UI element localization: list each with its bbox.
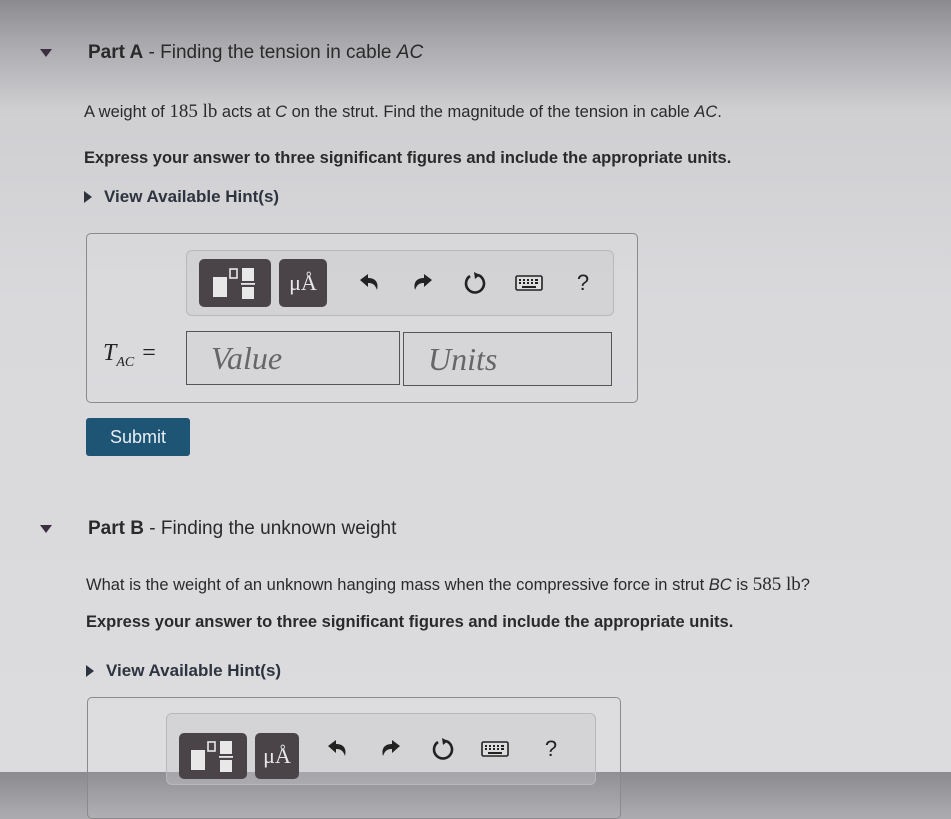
part-a-title-var: AC xyxy=(396,42,424,63)
part-a-title: Finding the tension in cable xyxy=(160,42,397,63)
reset-button[interactable] xyxy=(429,734,457,764)
collapse-caret-icon[interactable] xyxy=(40,49,52,57)
weight-value: 185 xyxy=(169,101,198,122)
part-a-instruction: Express your answer to three significant… xyxy=(84,149,732,167)
point-var: C xyxy=(275,103,288,121)
part-b-title: Finding the unknown weight xyxy=(160,518,397,539)
value-placeholder: Value xyxy=(211,339,283,376)
force-unit: lb xyxy=(786,574,801,595)
problem-text: A weight of xyxy=(84,103,170,121)
part-a-separator: - xyxy=(143,42,161,63)
fraction-template-icon xyxy=(191,741,233,772)
hint-label[interactable]: View Available Hint(s) xyxy=(106,661,281,681)
part-a-hint-toggle[interactable]: View Available Hint(s) xyxy=(84,187,279,207)
part-b-header[interactable]: Part B - Finding the unknown weight xyxy=(40,518,396,540)
redo-button[interactable] xyxy=(409,268,435,298)
units-button[interactable]: μÅ xyxy=(255,733,299,779)
part-a-header[interactable]: Part A - Finding the tension in cable AC xyxy=(40,42,423,64)
units-icon: μÅ xyxy=(289,270,317,295)
expand-triangle-icon xyxy=(84,191,92,203)
reset-button[interactable] xyxy=(461,268,489,298)
redo-button[interactable] xyxy=(377,734,403,764)
problem-text: is xyxy=(731,576,753,594)
part-a-label: Part A xyxy=(88,42,144,63)
submit-button[interactable]: Submit xyxy=(86,418,190,456)
undo-button[interactable] xyxy=(325,734,351,764)
expand-triangle-icon xyxy=(86,665,94,677)
help-icon: ? xyxy=(576,270,590,295)
problem-text: ? xyxy=(800,576,810,594)
part-a-math-toolbar: μÅ ? xyxy=(186,250,614,316)
undo-button[interactable] xyxy=(357,268,383,298)
templates-button[interactable] xyxy=(199,259,271,307)
keyboard-button[interactable] xyxy=(479,734,511,764)
help-icon: ? xyxy=(544,736,558,761)
keyboard-button[interactable] xyxy=(513,268,545,298)
variable-symbol: T xyxy=(103,340,117,366)
collapse-caret-icon[interactable] xyxy=(40,525,52,533)
problem-text: . xyxy=(717,103,722,121)
part-b-hint-toggle[interactable]: View Available Hint(s) xyxy=(86,661,281,681)
value-input[interactable]: Value xyxy=(186,331,400,385)
strut-var: BC xyxy=(708,576,732,594)
units-input[interactable]: Units xyxy=(403,332,612,386)
problem-text: acts at xyxy=(217,103,276,121)
problem-text: on the strut. Find the magnitude of the … xyxy=(287,103,695,121)
units-button[interactable]: μÅ xyxy=(279,259,327,307)
help-button[interactable]: ? xyxy=(573,268,593,298)
variable-subscript: AC xyxy=(116,354,135,370)
answer-variable-label: TAC = xyxy=(103,340,156,371)
units-icon: μÅ xyxy=(263,743,291,768)
part-a-problem: A weight of 185 lb acts at C on the stru… xyxy=(84,101,722,123)
part-b-math-toolbar: μÅ ? xyxy=(166,713,596,785)
fraction-template-icon xyxy=(213,268,255,299)
undo-icon xyxy=(328,740,346,756)
help-button[interactable]: ? xyxy=(541,734,561,764)
redo-icon xyxy=(382,740,400,756)
cable-var: AC xyxy=(694,103,718,121)
part-b-label: Part B xyxy=(88,518,144,539)
reset-icon xyxy=(432,738,454,760)
part-b-instruction: Express your answer to three significant… xyxy=(86,613,734,631)
undo-icon xyxy=(360,274,378,290)
templates-button[interactable] xyxy=(179,733,247,779)
hint-label[interactable]: View Available Hint(s) xyxy=(104,187,279,207)
keyboard-icon xyxy=(481,741,509,757)
force-value: 585 xyxy=(752,574,782,595)
problem-text: What is the weight of an unknown hanging… xyxy=(86,576,709,594)
redo-icon xyxy=(414,274,432,290)
weight-unit: lb xyxy=(202,101,218,122)
part-b-problem: What is the weight of an unknown hanging… xyxy=(86,574,810,596)
part-b-separator: - xyxy=(143,518,161,539)
reset-icon xyxy=(464,272,486,294)
equals-sign: = xyxy=(142,340,156,366)
keyboard-icon xyxy=(515,275,543,291)
units-placeholder: Units xyxy=(428,340,498,377)
